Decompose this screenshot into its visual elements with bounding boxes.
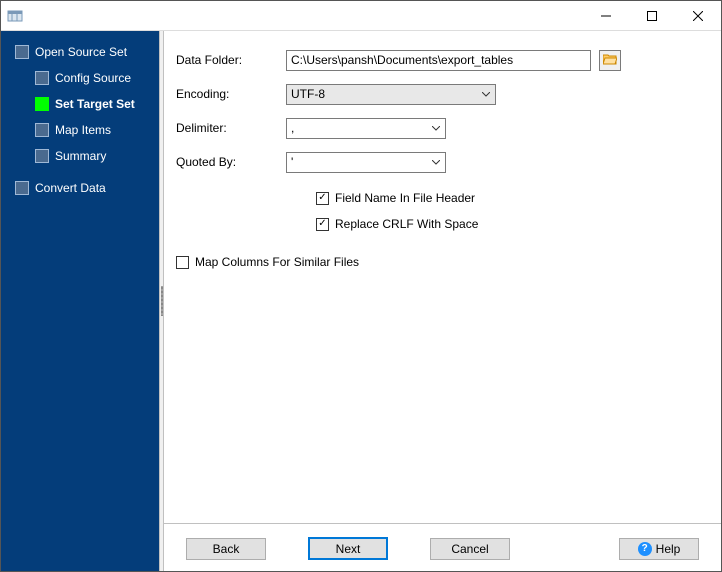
row-data-folder: Data Folder: (176, 43, 705, 77)
step-box-icon (15, 181, 29, 195)
close-button[interactable] (675, 1, 721, 31)
row-map-columns: Map Columns For Similar Files (176, 249, 705, 275)
main-panel: Data Folder: En (164, 31, 721, 571)
sidebar-item-label: Set Target Set (55, 97, 135, 111)
sidebar-item-label: Summary (55, 149, 106, 163)
chevron-down-icon (477, 85, 495, 104)
sidebar-item-convert-data[interactable]: Convert Data (1, 175, 159, 201)
sidebar-item-label: Map Items (55, 123, 111, 137)
help-icon: ? (638, 542, 652, 556)
next-button[interactable]: Next (308, 537, 388, 560)
step-box-icon (35, 97, 49, 111)
sidebar-item-config-source[interactable]: Config Source (1, 65, 159, 91)
row-encoding: Encoding: UTF-8 (176, 77, 705, 111)
label-encoding: Encoding: (176, 87, 286, 101)
back-button[interactable]: Back (186, 538, 266, 560)
chevron-down-icon (427, 119, 445, 138)
row-quoted-by: Quoted By: ' (176, 145, 705, 179)
minimize-button[interactable] (583, 1, 629, 31)
row-replace-crlf: ✓ Replace CRLF With Space (176, 211, 705, 237)
sidebar-item-label: Open Source Set (35, 45, 127, 59)
replace-crlf-label: Replace CRLF With Space (335, 217, 478, 231)
app-icon (7, 8, 23, 24)
body: Open Source Set Config Source Set Target… (1, 31, 721, 571)
button-bar: Back Next Cancel ? Help (164, 523, 721, 563)
quoted-by-select[interactable]: ' (286, 152, 446, 173)
sidebar-item-set-target-set[interactable]: Set Target Set (1, 91, 159, 117)
label-data-folder: Data Folder: (176, 53, 286, 67)
label-quoted-by: Quoted By: (176, 155, 286, 169)
sidebar-item-open-source-set[interactable]: Open Source Set (1, 39, 159, 65)
help-label: Help (656, 542, 681, 556)
cancel-button[interactable]: Cancel (430, 538, 510, 560)
row-field-header: ✓ Field Name In File Header (176, 185, 705, 211)
maximize-button[interactable] (629, 1, 675, 31)
encoding-value: UTF-8 (287, 85, 477, 104)
map-columns-label: Map Columns For Similar Files (195, 255, 359, 269)
app-window: Open Source Set Config Source Set Target… (0, 0, 722, 572)
row-delimiter: Delimiter: , (176, 111, 705, 145)
data-folder-input[interactable] (286, 50, 591, 71)
help-button[interactable]: ? Help (619, 538, 699, 560)
splitter-handle[interactable] (159, 31, 164, 571)
quoted-by-value: ' (287, 153, 427, 172)
replace-crlf-checkbox[interactable]: ✓ (316, 218, 329, 231)
map-columns-checkbox[interactable] (176, 256, 189, 269)
label-delimiter: Delimiter: (176, 121, 286, 135)
titlebar (1, 1, 721, 31)
delimiter-select[interactable]: , (286, 118, 446, 139)
step-box-icon (35, 71, 49, 85)
field-header-label: Field Name In File Header (335, 191, 475, 205)
step-box-icon (35, 123, 49, 137)
sidebar-item-label: Config Source (55, 71, 131, 85)
folder-icon (603, 53, 617, 68)
encoding-select[interactable]: UTF-8 (286, 84, 496, 105)
sidebar-item-label: Convert Data (35, 181, 106, 195)
sidebar-item-map-items[interactable]: Map Items (1, 117, 159, 143)
sidebar-item-summary[interactable]: Summary (1, 143, 159, 169)
chevron-down-icon (427, 153, 445, 172)
form-area: Data Folder: En (176, 43, 705, 523)
browse-folder-button[interactable] (599, 50, 621, 71)
step-box-icon (15, 45, 29, 59)
delimiter-value: , (287, 119, 427, 138)
step-box-icon (35, 149, 49, 163)
sidebar: Open Source Set Config Source Set Target… (1, 31, 159, 571)
field-header-checkbox[interactable]: ✓ (316, 192, 329, 205)
